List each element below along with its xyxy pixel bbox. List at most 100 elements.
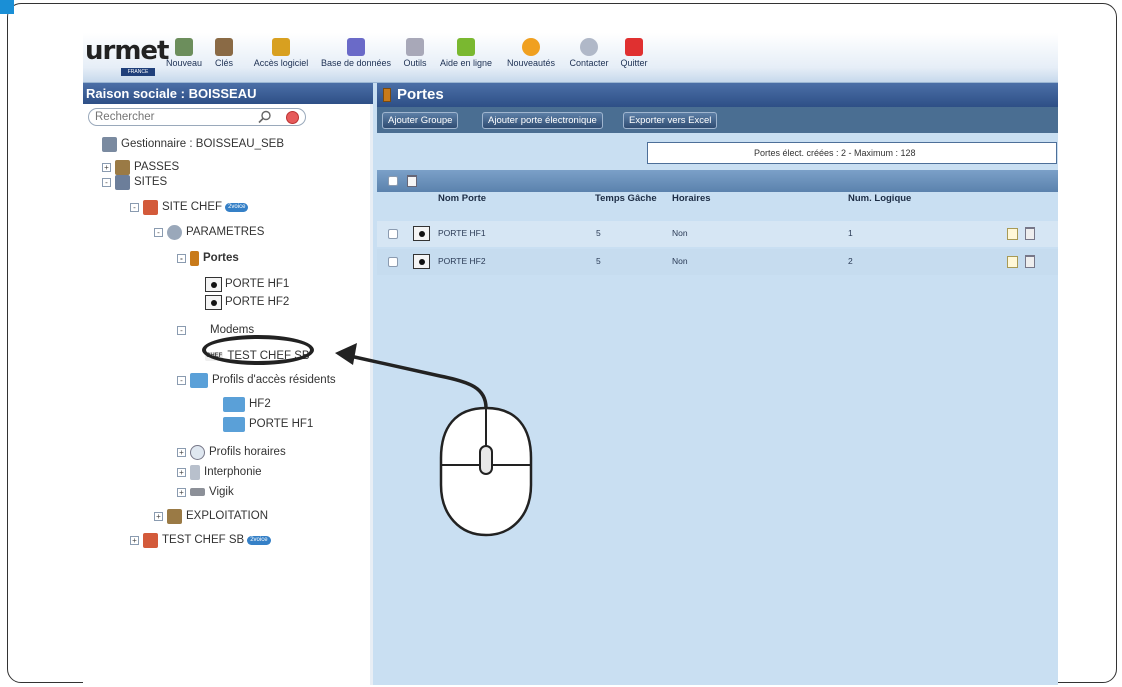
add-group-button[interactable]: Ajouter Groupe	[382, 112, 459, 129]
delete-icon[interactable]	[1025, 227, 1035, 240]
table-row[interactable]: PORTE HF2 5 Non 2	[377, 249, 1058, 275]
sidebar-tree-panel: Gestionnaire : BOISSEAU_SEB +PASSES -SIT…	[83, 104, 373, 685]
profile-item-icon	[223, 396, 245, 412]
vigik-icon	[190, 488, 205, 496]
add-electronic-door-button[interactable]: Ajouter porte électronique	[482, 112, 603, 129]
sidebar-title: Raison sociale : BOISSEAU	[83, 83, 373, 104]
clear-search-button[interactable]	[286, 111, 299, 124]
table-row[interactable]: PORTE HF1 5 Non 1	[377, 221, 1058, 247]
row-schedule: Non	[672, 228, 688, 238]
tree-node-profils-acces[interactable]: - Profils d'accès résidents	[177, 370, 336, 390]
door-icon	[383, 88, 391, 103]
delete-icon[interactable]	[1025, 255, 1035, 268]
tree-node-porte-hf2[interactable]: PORTE HF2	[205, 292, 289, 312]
row-logical-number: 2	[848, 256, 853, 266]
tree-node-portes[interactable]: - Portes	[177, 248, 239, 268]
search-icon[interactable]	[257, 110, 273, 124]
expand-toggle[interactable]: +	[177, 487, 186, 497]
collapse-toggle[interactable]: -	[130, 202, 139, 212]
tree-node-profile-porte-hf1[interactable]: PORTE HF1	[223, 414, 313, 434]
row-checkbox[interactable]	[388, 229, 398, 239]
toolbar-tools-button[interactable]: Outils	[399, 35, 431, 81]
tree-node-porte-hf1[interactable]: PORTE HF1	[205, 274, 289, 294]
corner-tag	[0, 0, 14, 14]
toolbar-news-button[interactable]: Nouveautés	[501, 35, 561, 81]
door-icon	[190, 250, 199, 266]
door-reader-icon	[205, 294, 222, 310]
edit-icon[interactable]	[1007, 256, 1018, 268]
tree-node-site-chef[interactable]: - SITE CHEF 2voice	[130, 197, 249, 217]
profile-item-icon	[223, 416, 245, 432]
search-box	[88, 108, 306, 126]
toolbar-help-button[interactable]: Aide en ligne	[435, 35, 497, 81]
quit-icon	[625, 38, 643, 56]
collapse-toggle[interactable]: -	[154, 227, 163, 237]
app-window: urmet FRANCE Nouveau Clés Accès logiciel…	[83, 33, 1058, 685]
toolbar-quit-button[interactable]: Quitter	[615, 35, 653, 81]
search-input[interactable]	[95, 110, 245, 124]
toolbar: urmet FRANCE Nouveau Clés Accès logiciel…	[83, 33, 1058, 83]
tree-node-exploitation[interactable]: + EXPLOITATION	[154, 506, 268, 526]
keys-icon	[215, 38, 233, 56]
expand-toggle[interactable]: +	[154, 511, 163, 521]
collapse-toggle[interactable]: -	[177, 375, 186, 385]
table-toolbar	[377, 170, 1058, 192]
manager-icon	[102, 136, 117, 152]
clock-icon	[190, 444, 205, 460]
door-reader-icon	[205, 276, 222, 292]
expand-toggle[interactable]: +	[130, 535, 139, 545]
users-icon	[272, 38, 290, 56]
column-header-logical-number[interactable]: Num. Logique	[848, 193, 911, 204]
2voice-badge: 2voice	[247, 535, 271, 545]
column-header-strike-time[interactable]: Temps Gâche	[595, 193, 657, 204]
row-schedule: Non	[672, 256, 688, 266]
edit-icon[interactable]	[1007, 228, 1018, 240]
new-icon	[175, 38, 193, 56]
site-icon	[143, 532, 158, 548]
column-header-schedule[interactable]: Horaires	[672, 193, 711, 204]
help-icon	[457, 38, 475, 56]
toolbar-new-button[interactable]: Nouveau	[163, 35, 205, 81]
tools-icon	[406, 38, 424, 56]
action-bar: Ajouter Groupe Ajouter porte électroniqu…	[377, 107, 1058, 133]
tree-node-manager[interactable]: Gestionnaire : BOISSEAU_SEB	[102, 134, 284, 154]
row-checkbox[interactable]	[388, 257, 398, 267]
highlight-ellipse	[202, 335, 314, 365]
row-name: PORTE HF2	[438, 256, 486, 266]
row-name: PORTE HF1	[438, 228, 486, 238]
expand-toggle[interactable]: +	[102, 162, 111, 172]
collapse-toggle[interactable]: -	[177, 325, 186, 335]
door-count-info: Portes élect. créées : 2 - Maximum : 128	[647, 142, 1057, 164]
tree-node-sites[interactable]: - SITES	[102, 172, 167, 192]
toolbar-keys-button[interactable]: Clés	[209, 35, 239, 81]
select-all-checkbox[interactable]	[388, 176, 398, 186]
database-icon	[347, 38, 365, 56]
2voice-badge: 2voice	[225, 202, 249, 212]
toolbar-database-button[interactable]: Base de données	[315, 35, 397, 81]
collapse-toggle[interactable]: -	[177, 253, 186, 263]
tree-node-parametres[interactable]: - PARAMETRES	[154, 222, 264, 242]
expand-toggle[interactable]: +	[177, 447, 186, 457]
urmet-logo: urmet FRANCE	[85, 36, 170, 76]
column-header-name[interactable]: Nom Porte	[438, 193, 486, 204]
tree-node-vigik[interactable]: + Vigik	[177, 482, 234, 502]
news-icon	[522, 38, 540, 56]
trash-icon[interactable]	[407, 175, 417, 187]
profile-icon	[190, 372, 208, 388]
tree-node-profile-hf2[interactable]: HF2	[223, 394, 271, 414]
expand-toggle[interactable]: +	[177, 467, 186, 477]
sites-icon	[115, 174, 130, 190]
contact-icon	[580, 38, 598, 56]
row-strike-time: 5	[596, 228, 601, 238]
export-excel-button[interactable]: Exporter vers Excel	[623, 112, 718, 129]
row-strike-time: 5	[596, 256, 601, 266]
collapse-toggle[interactable]: -	[102, 177, 111, 187]
door-reader-icon	[413, 254, 430, 269]
row-logical-number: 1	[848, 228, 853, 238]
tree-node-profils-horaires[interactable]: + Profils horaires	[177, 442, 286, 462]
toolbar-contact-button[interactable]: Contacter	[565, 35, 613, 81]
intercom-icon	[190, 464, 200, 480]
toolbar-software-access-button[interactable]: Accès logiciel	[245, 35, 317, 81]
tree-node-interphonie[interactable]: + Interphonie	[177, 462, 262, 482]
tree-node-test-chef-sb-site[interactable]: + TEST CHEF SB 2voice	[130, 530, 271, 550]
